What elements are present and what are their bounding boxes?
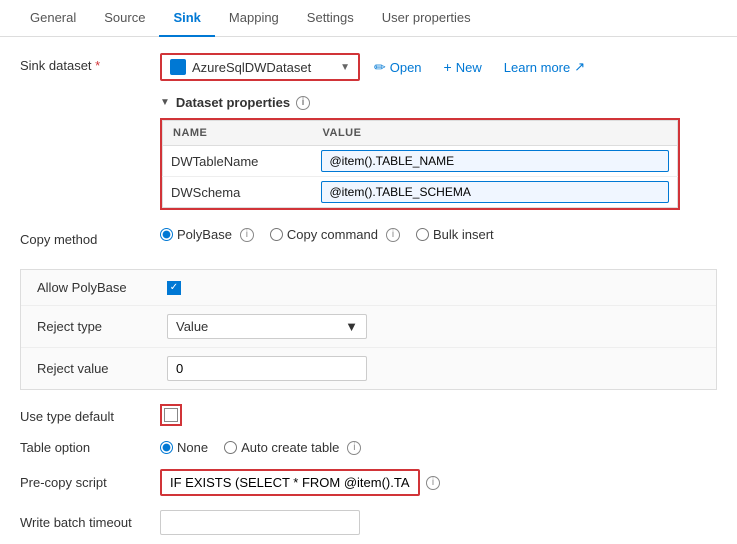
pre-copy-script-info-icon[interactable]: i	[426, 476, 440, 490]
reject-type-row: Reject type Value ▼	[21, 306, 716, 348]
dataset-properties-section: ▼ Dataset properties i NAME VALUE DWTabl…	[160, 95, 717, 213]
radio-copy-command[interactable]: Copy command i	[270, 227, 400, 242]
tab-source[interactable]: Source	[90, 0, 159, 37]
copy-method-content: PolyBase i Copy command i Bulk insert	[160, 227, 717, 242]
radio-none[interactable]: None	[160, 440, 208, 455]
chevron-down-icon: ▼	[340, 62, 350, 73]
tab-user-properties[interactable]: User properties	[368, 0, 485, 37]
table-option-row: Table option None Auto create table i	[20, 440, 717, 455]
reject-value-row: Reject value	[21, 348, 716, 389]
sink-dataset-dropdown[interactable]: AzureSqlDWDataset ▼	[160, 53, 360, 81]
radio-polybase-input[interactable]	[160, 228, 173, 241]
write-batch-timeout-content	[160, 510, 717, 535]
collapse-icon[interactable]: ▼	[160, 97, 170, 108]
prop-name-dwtablename: DWTableName	[163, 146, 313, 177]
sink-dataset-content: AzureSqlDWDataset ▼ ✏ Open + New Learn m…	[160, 53, 717, 81]
allow-polybase-row: Allow PolyBase ✓	[21, 270, 716, 306]
dataset-value: AzureSqlDWDataset	[192, 60, 311, 75]
sink-dataset-label: Sink dataset *	[20, 53, 160, 73]
radio-copy-command-input[interactable]	[270, 228, 283, 241]
table-row: DWTableName	[163, 146, 678, 177]
reject-value-input[interactable]	[167, 356, 367, 381]
external-link-icon: ↗	[574, 59, 585, 75]
use-type-default-label: Use type default	[20, 407, 160, 424]
radio-none-input[interactable]	[160, 441, 173, 454]
pre-copy-script-input[interactable]	[160, 469, 420, 496]
dataset-icon	[170, 59, 186, 75]
reject-type-dropdown[interactable]: Value ▼	[167, 314, 367, 339]
radio-bulk-insert-input[interactable]	[416, 228, 429, 241]
prop-value-dwschema-cell	[313, 177, 678, 208]
learn-more-button[interactable]: Learn more ↗	[496, 55, 593, 79]
pre-copy-script-row: Pre-copy script i	[20, 469, 717, 496]
radio-polybase[interactable]: PolyBase i	[160, 227, 254, 242]
main-content: Sink dataset * AzureSqlDWDataset ▼ ✏ Ope…	[0, 37, 737, 537]
dataset-props-table: NAME VALUE DWTableName DWSchema	[162, 120, 678, 208]
use-type-default-checkbox[interactable]	[164, 408, 178, 422]
use-type-default-row: Use type default	[20, 404, 717, 426]
dataset-properties-header: ▼ Dataset properties i	[160, 95, 717, 110]
reject-type-content: Value ▼	[167, 314, 700, 339]
auto-create-info-icon[interactable]: i	[347, 441, 361, 455]
radio-auto-create[interactable]: Auto create table i	[224, 440, 361, 455]
sink-dataset-row: Sink dataset * AzureSqlDWDataset ▼ ✏ Ope…	[20, 53, 717, 81]
col-header-value: VALUE	[313, 121, 678, 146]
reject-value-label: Reject value	[37, 361, 167, 376]
radio-bulk-insert[interactable]: Bulk insert	[416, 227, 494, 242]
tab-general[interactable]: General	[16, 0, 90, 37]
prop-value-dwschema[interactable]	[321, 181, 670, 203]
edit-icon: ✏	[374, 59, 386, 76]
prop-name-dwschema: DWSchema	[163, 177, 313, 208]
polybase-settings-section: Allow PolyBase ✓ Reject type Value ▼ Rej…	[20, 269, 717, 390]
table-row: DWSchema	[163, 177, 678, 208]
col-header-name: NAME	[163, 121, 313, 146]
info-icon[interactable]: i	[296, 96, 310, 110]
tab-mapping[interactable]: Mapping	[215, 0, 293, 37]
dataset-props-table-wrapper: NAME VALUE DWTableName DWSchema	[160, 118, 680, 210]
plus-icon: +	[444, 59, 452, 75]
tab-bar: General Source Sink Mapping Settings Use…	[0, 0, 737, 37]
chevron-down-icon: ▼	[345, 319, 358, 334]
open-button[interactable]: ✏ Open	[366, 55, 430, 80]
copy-method-radio-group: PolyBase i Copy command i Bulk insert	[160, 227, 494, 242]
pre-copy-script-content: i	[160, 469, 717, 496]
write-batch-timeout-input[interactable]	[160, 510, 360, 535]
prop-value-dwtablename[interactable]	[321, 150, 670, 172]
copy-method-row: Copy method PolyBase i Copy command i Bu…	[20, 227, 717, 255]
write-batch-timeout-row: Write batch timeout	[20, 510, 717, 537]
polybase-info-icon[interactable]: i	[240, 228, 254, 242]
tab-sink[interactable]: Sink	[159, 0, 214, 37]
write-batch-timeout-label: Write batch timeout	[20, 510, 160, 530]
reject-value-content	[167, 356, 700, 381]
allow-polybase-content: ✓	[167, 281, 700, 295]
new-button[interactable]: + New	[436, 55, 490, 79]
copy-command-info-icon[interactable]: i	[386, 228, 400, 242]
use-type-default-checkbox-wrapper	[160, 404, 182, 426]
copy-method-label: Copy method	[20, 227, 160, 247]
prop-value-dwtablename-cell	[313, 146, 678, 177]
radio-auto-create-input[interactable]	[224, 441, 237, 454]
table-option-radio-group: None Auto create table i	[160, 440, 361, 455]
tab-settings[interactable]: Settings	[293, 0, 368, 37]
pre-copy-script-label: Pre-copy script	[20, 475, 160, 490]
table-option-label: Table option	[20, 440, 160, 455]
allow-polybase-checkbox[interactable]: ✓	[167, 281, 181, 295]
reject-type-label: Reject type	[37, 319, 167, 334]
allow-polybase-label: Allow PolyBase	[37, 280, 167, 295]
